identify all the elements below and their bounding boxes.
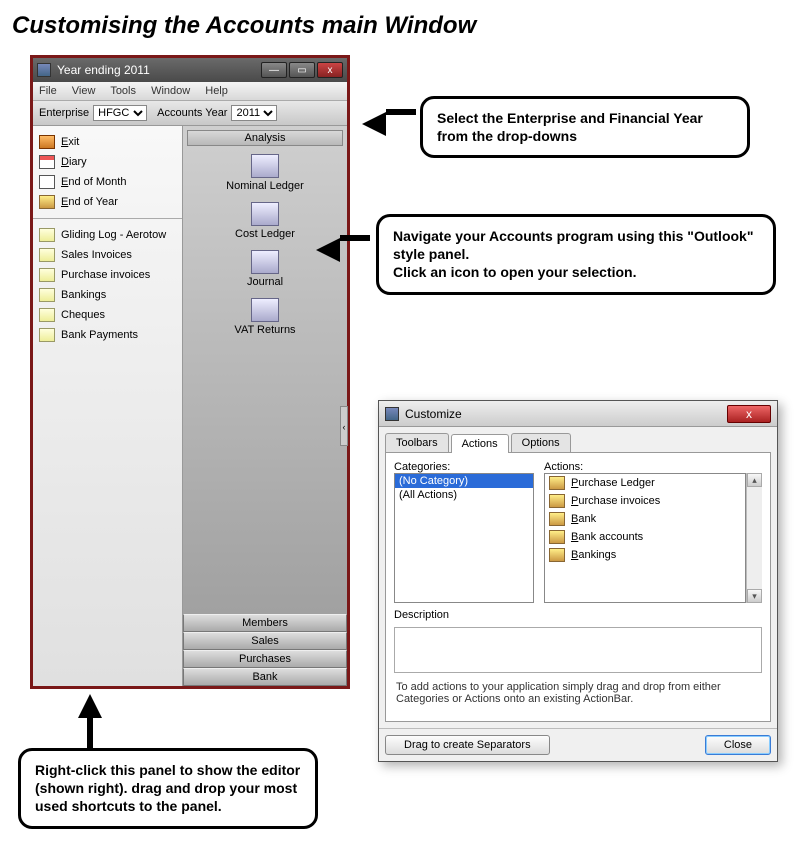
actions-list[interactable]: Purchase Ledger Purchase invoices Bank B… [544,473,746,603]
shortcut-gliding-log[interactable]: Gliding Log - Aerotow [37,225,178,245]
doc-icon [39,228,55,242]
arrow-icon [78,694,102,718]
category-no-category[interactable]: (No Category) [395,474,533,488]
action-purchase-invoices[interactable]: Purchase invoices [545,492,745,510]
nav-diary[interactable]: Diary [37,152,178,172]
close-button[interactable]: Close [705,735,771,755]
callout-shortcuts: Right-click this panel to show the edito… [18,748,318,829]
cost-ledger-label[interactable]: Cost Ledger [235,228,295,240]
scroll-up-icon[interactable]: ▴ [747,473,762,487]
vat-returns-icon[interactable] [251,298,279,322]
left-panel: Exit Diary End of Month End of Year Glid… [33,126,183,686]
description-label: Description [394,609,762,621]
scroll-down-icon[interactable]: ▾ [747,589,762,603]
close-button[interactable]: x [317,62,343,78]
action-bank-accounts[interactable]: Bank accounts [545,528,745,546]
ledger-icon [549,476,565,490]
action-bank[interactable]: Bank [545,510,745,528]
categories-list[interactable]: (No Category) (All Actions) [394,473,534,603]
doc-icon [39,248,55,262]
cost-ledger-icon[interactable] [251,202,279,226]
tab-toolbars[interactable]: Toolbars [385,433,449,452]
menu-tools[interactable]: Tools [110,85,136,97]
accounts-main-window: Year ending 2011 — ▭ x File View Tools W… [30,55,350,689]
tab-options[interactable]: Options [511,433,571,452]
month-icon [39,175,55,189]
tab-actions[interactable]: Actions [451,434,509,453]
analysis-header[interactable]: Analysis [187,130,343,146]
doc-icon [39,288,55,302]
arrow-icon [362,112,386,136]
expand-handle[interactable]: ‹ [340,406,348,446]
nav-end-of-month[interactable]: End of Month [37,172,178,192]
customize-dialog: Customize x Toolbars Actions Options Cat… [378,400,778,762]
door-icon [39,135,55,149]
outlook-panel: Analysis Nominal Ledger Cost Ledger Jour… [183,126,347,686]
arrow-icon [316,238,340,262]
nominal-ledger-icon[interactable] [251,154,279,178]
stack-members[interactable]: Members [183,614,347,632]
dialog-icon [385,407,399,421]
doc-icon [39,308,55,322]
accounts-year-select[interactable]: 2011 [231,105,277,121]
nominal-ledger-label[interactable]: Nominal Ledger [226,180,304,192]
menu-file[interactable]: File [39,85,57,97]
nav-top: Exit Diary End of Month End of Year [33,126,182,218]
stack-sales[interactable]: Sales [183,632,347,650]
window-title: Year ending 2011 [57,63,150,77]
journal-icon[interactable] [251,250,279,274]
accounts-year-label: Accounts Year [157,107,227,119]
shortcut-bank-payments[interactable]: Bank Payments [37,325,178,345]
maximize-button[interactable]: ▭ [289,62,315,78]
dialog-tabs: Toolbars Actions Options [379,427,777,452]
calendar-icon [39,155,55,169]
journal-label[interactable]: Journal [247,276,283,288]
outlook-stack: Members Sales Purchases Bank [183,614,347,686]
category-all-actions[interactable]: (All Actions) [395,488,533,502]
vat-returns-label[interactable]: VAT Returns [234,324,295,336]
actions-scrollbar[interactable]: ▴ ▾ [746,473,762,603]
doc-icon [39,328,55,342]
action-purchase-ledger[interactable]: Purchase Ledger [545,474,745,492]
app-icon [37,63,51,77]
categories-label: Categories: [394,461,534,473]
dialog-body: Categories: (No Category) (All Actions) … [385,452,771,722]
dialog-title: Customize [405,407,462,421]
shortcuts-panel[interactable]: Gliding Log - Aerotow Sales Invoices Pur… [33,218,182,686]
toolbar: Enterprise HFGC Accounts Year 2011 [33,101,347,126]
bankings-icon [549,548,565,562]
enterprise-label: Enterprise [39,107,89,119]
description-box [394,627,762,673]
enterprise-select[interactable]: HFGC [93,105,147,121]
titlebar: Year ending 2011 — ▭ x [33,58,347,82]
menu-window[interactable]: Window [151,85,190,97]
analysis-list: Nominal Ledger Cost Ledger Journal VAT R… [183,150,347,614]
nav-end-of-year[interactable]: End of Year [37,192,178,212]
dialog-titlebar: Customize x [379,401,777,427]
stack-purchases[interactable]: Purchases [183,650,347,668]
shortcut-cheques[interactable]: Cheques [37,305,178,325]
year-icon [39,195,55,209]
action-bankings[interactable]: Bankings [545,546,745,564]
stack-bank[interactable]: Bank [183,668,347,686]
invoice-icon [549,494,565,508]
page-heading: Customising the Accounts main Window [12,12,788,40]
doc-icon [39,268,55,282]
dialog-hint: To add actions to your application simpl… [396,681,760,705]
bank-accounts-icon [549,530,565,544]
shortcut-purchase-invoices[interactable]: Purchase invoices [37,265,178,285]
menu-view[interactable]: View [72,85,96,97]
bank-icon [549,512,565,526]
menubar: File View Tools Window Help [33,82,347,101]
nav-exit[interactable]: Exit [37,132,178,152]
minimize-button[interactable]: — [261,62,287,78]
shortcut-sales-invoices[interactable]: Sales Invoices [37,245,178,265]
shortcut-bankings[interactable]: Bankings [37,285,178,305]
actions-label: Actions: [544,461,762,473]
dialog-close-button[interactable]: x [727,405,771,423]
callout-enterprise: Select the Enterprise and Financial Year… [420,96,750,158]
menu-help[interactable]: Help [205,85,228,97]
drag-separator-button[interactable]: Drag to create Separators [385,735,550,755]
callout-outlook: Navigate your Accounts program using thi… [376,214,776,295]
